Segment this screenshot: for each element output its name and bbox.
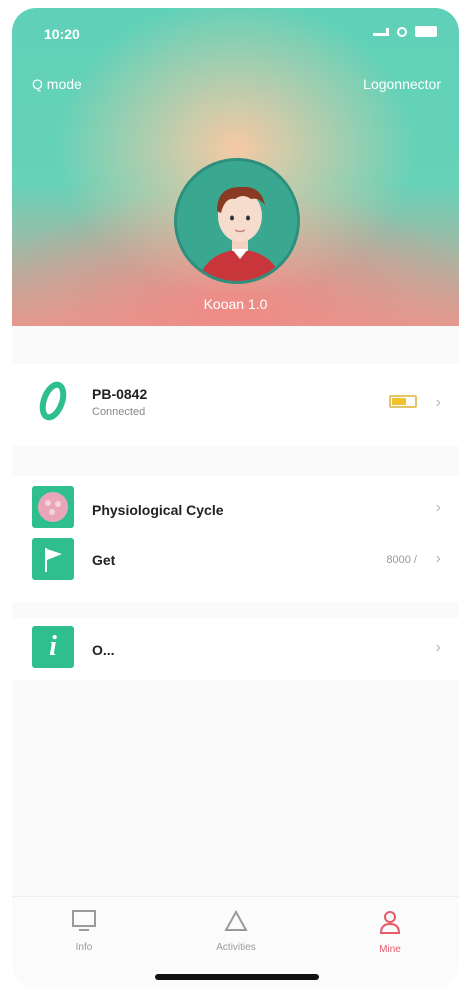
triangle-icon xyxy=(224,909,248,931)
tab-info[interactable]: Info xyxy=(34,909,134,953)
about-section: i O... › xyxy=(12,618,459,680)
battery-icon xyxy=(415,26,437,37)
menu-item-label: O... xyxy=(92,642,115,658)
chevron-right-icon: › xyxy=(435,639,441,656)
goal-value: 8000 / xyxy=(386,554,417,566)
tab-label: Mine xyxy=(379,944,401,955)
device-section: PB-0842 Connected › xyxy=(12,364,459,446)
device-row[interactable]: PB-0842 Connected › xyxy=(12,380,459,430)
menu-item-goal[interactable]: Get 8000 / › xyxy=(12,536,459,586)
status-time: 10:20 xyxy=(44,26,80,42)
wifi-icon xyxy=(397,26,407,37)
menu-item-label: Get xyxy=(92,552,116,568)
menu-item-about[interactable]: i O... › xyxy=(12,624,459,674)
band-icon xyxy=(32,380,74,422)
device-battery-icon xyxy=(389,395,417,408)
home-indicator[interactable] xyxy=(155,974,319,980)
cycle-icon xyxy=(32,486,74,528)
menu-item-label: Physiological Cycle xyxy=(92,502,224,518)
tab-activities[interactable]: Activities xyxy=(186,909,286,953)
settings-section: Physiological Cycle › Get 8000 / › xyxy=(12,476,459,602)
avatar-person-icon xyxy=(177,161,297,281)
connector-link[interactable]: Logonnector xyxy=(363,76,441,92)
chevron-right-icon: › xyxy=(435,394,441,411)
status-icons xyxy=(373,26,437,37)
monitor-icon xyxy=(72,910,96,931)
device-name: PB-0842 xyxy=(92,386,148,402)
status-bar: 10:20 xyxy=(12,8,459,52)
mode-link[interactable]: Q mode xyxy=(32,76,82,92)
chevron-right-icon: › xyxy=(435,499,441,516)
signal-icon xyxy=(373,27,389,36)
menu-item-physiological-cycle[interactable]: Physiological Cycle › xyxy=(12,484,459,534)
person-icon xyxy=(379,911,401,934)
app-screen: 10:20 Q mode Logonnector Kooan 1.0 PB-08… xyxy=(12,8,459,988)
chevron-right-icon: › xyxy=(435,550,441,567)
flag-icon xyxy=(32,538,74,580)
device-status: Connected xyxy=(92,406,146,418)
info-icon: i xyxy=(32,626,74,668)
profile-header: 10:20 Q mode Logonnector Kooan 1.0 xyxy=(12,8,459,326)
tab-label: Info xyxy=(75,942,93,953)
tab-mine[interactable]: Mine xyxy=(340,909,440,955)
tab-label: Activities xyxy=(216,942,256,953)
avatar[interactable] xyxy=(174,158,300,284)
username: Kooan 1.0 xyxy=(203,296,268,312)
